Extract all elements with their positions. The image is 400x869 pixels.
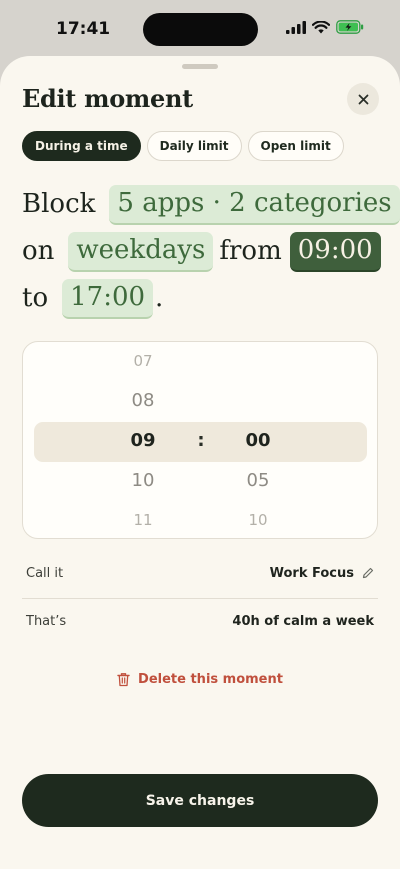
tab-daily-limit[interactable]: Daily limit <box>146 131 242 161</box>
signal-icon <box>286 20 306 34</box>
hour-option[interactable]: 08 <box>113 390 173 411</box>
word-block: Block <box>22 189 96 219</box>
name-value: Work Focus <box>269 565 354 581</box>
summary-label: That’s <box>26 613 67 629</box>
status-bar: 17:41 <box>0 0 400 58</box>
sheet-grabber[interactable] <box>182 64 218 69</box>
end-time-chip[interactable]: 17:00 <box>62 278 154 319</box>
edit-moment-sheet: Edit moment During a time Daily limit Op… <box>0 56 400 869</box>
delete-label: Delete this moment <box>138 672 283 687</box>
minute-option-selected[interactable]: 00 <box>228 430 288 451</box>
hour-option-selected[interactable]: 09 <box>113 430 173 451</box>
status-time: 17:41 <box>56 19 111 39</box>
tab-during-a-time[interactable]: During a time <box>22 131 141 161</box>
summary-row: That’s 40h of calm a week <box>22 597 378 645</box>
save-changes-button[interactable]: Save changes <box>22 774 378 827</box>
name-row[interactable]: Call it Work Focus <box>22 549 378 597</box>
word-to: to <box>22 283 49 313</box>
trash-icon <box>117 673 130 687</box>
wifi-icon <box>312 20 330 33</box>
summary-value: 40h of calm a week <box>232 613 374 629</box>
battery-icon <box>336 20 364 34</box>
hour-option[interactable]: 11 <box>113 511 173 529</box>
close-icon <box>358 94 368 104</box>
days-chip[interactable]: weekdays <box>68 231 214 272</box>
name-label: Call it <box>26 565 64 581</box>
start-time-chip[interactable]: 09:00 <box>289 231 381 272</box>
hour-option[interactable]: 10 <box>113 470 173 491</box>
word-from: from <box>219 236 282 266</box>
time-picker[interactable]: 07 08 09 10 11 : 00 05 10 <box>22 341 378 539</box>
sentence-period: . <box>155 283 164 313</box>
time-separator: : <box>197 430 205 451</box>
tab-open-limit[interactable]: Open limit <box>247 131 344 161</box>
apps-chip[interactable]: 5 apps · 2 categories <box>109 184 400 225</box>
schedule-sentence: Block 5 apps · 2 categories on weekdays … <box>22 181 400 322</box>
mode-tabs: During a time Daily limit Open limit <box>22 131 344 161</box>
minute-option[interactable]: 10 <box>228 511 288 529</box>
close-button[interactable] <box>347 83 379 115</box>
sheet-title: Edit moment <box>22 84 193 113</box>
word-on: on <box>22 236 55 266</box>
dynamic-island <box>143 13 258 46</box>
pencil-icon[interactable] <box>362 567 374 579</box>
status-icons <box>286 20 364 34</box>
delete-moment-button[interactable]: Delete this moment <box>0 672 400 687</box>
minute-option[interactable]: 05 <box>228 470 288 491</box>
hour-option[interactable]: 07 <box>113 352 173 370</box>
